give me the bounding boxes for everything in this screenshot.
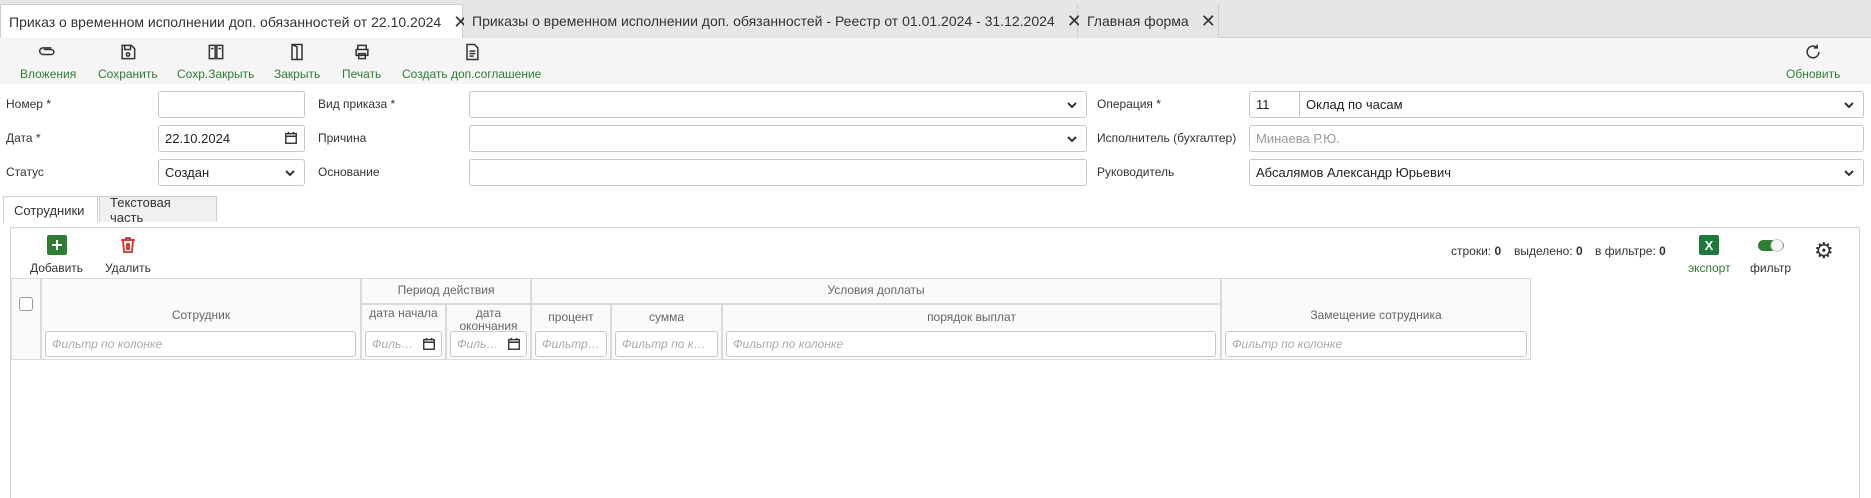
selected-counter: выделено: 0: [1514, 244, 1583, 258]
employee-filter-input[interactable]: Фильтр по колонке: [45, 331, 356, 357]
date-label: Дата *: [6, 131, 41, 145]
number-field[interactable]: [158, 91, 305, 118]
save-button[interactable]: Сохранить: [98, 40, 158, 81]
chevron-down-icon: [1066, 133, 1078, 145]
calendar-icon[interactable]: [284, 131, 298, 145]
tab-text-part[interactable]: Текстовая часть: [99, 195, 217, 225]
manager-label: Руководитель: [1097, 165, 1175, 179]
tab-order-document[interactable]: Приказ о временном исполнении доп. обяза…: [0, 4, 468, 39]
executor-field[interactable]: Минаева Р.Ю.: [1249, 125, 1864, 152]
operation-code: 11: [1250, 92, 1300, 117]
chevron-down-icon: [1066, 99, 1078, 111]
percent-filter-input[interactable]: Фильтр по колонке: [535, 331, 607, 357]
delete-button[interactable]: Удалить: [105, 235, 151, 275]
chevron-down-icon: [284, 167, 296, 179]
create-addendum-button[interactable]: Создать доп.соглашение: [402, 40, 541, 81]
book-open-icon: [206, 40, 226, 64]
svg-text:X: X: [1705, 238, 1714, 253]
chevron-down-icon: [1843, 167, 1855, 179]
document-tab-bar: Приказ о временном исполнении доп. обяза…: [0, 0, 1871, 39]
operation-value: Оклад по часам: [1306, 97, 1403, 112]
toggle-switch-icon: [1757, 235, 1785, 258]
order-type-label: Вид приказа *: [318, 97, 396, 111]
printer-icon: [352, 40, 372, 64]
amount-filter-input[interactable]: Фильтр по колонке: [615, 331, 718, 357]
operation-select[interactable]: 11 Оклад по часам: [1249, 91, 1864, 118]
toolbar: Вложения Сохранить Сохр.Закрыть Закрыть …: [0, 38, 1871, 84]
payment-order-filter-input[interactable]: Фильтр по колонке: [726, 331, 1216, 357]
operation-label: Операция *: [1097, 97, 1161, 111]
header-conditions: Условия доплаты: [531, 278, 1221, 304]
substitution-filter-input[interactable]: Фильтр по колонке: [1225, 331, 1527, 357]
reason-select[interactable]: [469, 125, 1087, 152]
select-all-cell: [11, 278, 41, 360]
tab-employees[interactable]: Сотрудники: [3, 196, 98, 223]
tab-label: Главная форма: [1087, 13, 1189, 29]
rows-counter: строки: 0: [1451, 244, 1502, 258]
tab-label: Приказы о временном исполнении доп. обяз…: [472, 13, 1055, 29]
chevron-down-icon: [1843, 99, 1855, 111]
trash-icon: [118, 235, 138, 258]
order-type-select[interactable]: [469, 91, 1087, 118]
calendar-icon[interactable]: [422, 337, 436, 351]
filter-toggle[interactable]: фильтр: [1750, 235, 1791, 275]
close-icon[interactable]: ✕: [1201, 12, 1216, 30]
floppy-disk-icon: [118, 40, 138, 64]
status-select[interactable]: Создан: [158, 159, 305, 186]
tab-main-form[interactable]: Главная форма ✕: [1079, 4, 1219, 38]
plus-icon: [46, 235, 67, 258]
executor-label: Исполнитель (бухгалтер): [1097, 131, 1237, 145]
excel-icon: X: [1699, 235, 1720, 258]
filtered-counter: в фильтре: 0: [1595, 244, 1666, 258]
gear-icon: ⚙: [1814, 238, 1834, 263]
calendar-icon[interactable]: [507, 337, 521, 351]
attachments-button[interactable]: Вложения: [20, 40, 76, 81]
settings-button[interactable]: ⚙: [1814, 240, 1834, 262]
tab-label: Приказ о временном исполнении доп. обяза…: [9, 14, 442, 30]
select-all-checkbox[interactable]: [19, 297, 33, 311]
number-label: Номер *: [6, 97, 51, 111]
door-icon: [287, 40, 307, 64]
date-field[interactable]: 22.10.2024: [158, 125, 305, 152]
employees-panel: [10, 227, 1860, 498]
end-date-filter-input[interactable]: Фильтр по колонке: [450, 331, 527, 357]
refresh-button[interactable]: Обновить: [1786, 40, 1840, 81]
tab-registry[interactable]: Приказы о временном исполнении доп. обяз…: [464, 4, 1082, 38]
header-period: Период действия: [361, 278, 531, 304]
save-close-button[interactable]: Сохр.Закрыть: [177, 40, 254, 81]
status-label: Статус: [6, 165, 44, 179]
reason-label: Причина: [318, 131, 367, 145]
basis-label: Основание: [318, 165, 380, 179]
basis-field[interactable]: [469, 159, 1087, 186]
manager-select[interactable]: Абсалямов Александр Юрьевич: [1249, 159, 1864, 186]
print-button[interactable]: Печать: [342, 40, 381, 81]
refresh-icon: [1803, 40, 1823, 64]
close-button[interactable]: Закрыть: [274, 40, 320, 81]
document-icon: [462, 40, 482, 64]
paperclip-icon: [38, 40, 58, 64]
add-button[interactable]: Добавить: [30, 235, 83, 275]
start-date-filter-input[interactable]: Фильтр по колонке: [365, 331, 442, 357]
export-button[interactable]: X экспорт: [1688, 235, 1731, 275]
